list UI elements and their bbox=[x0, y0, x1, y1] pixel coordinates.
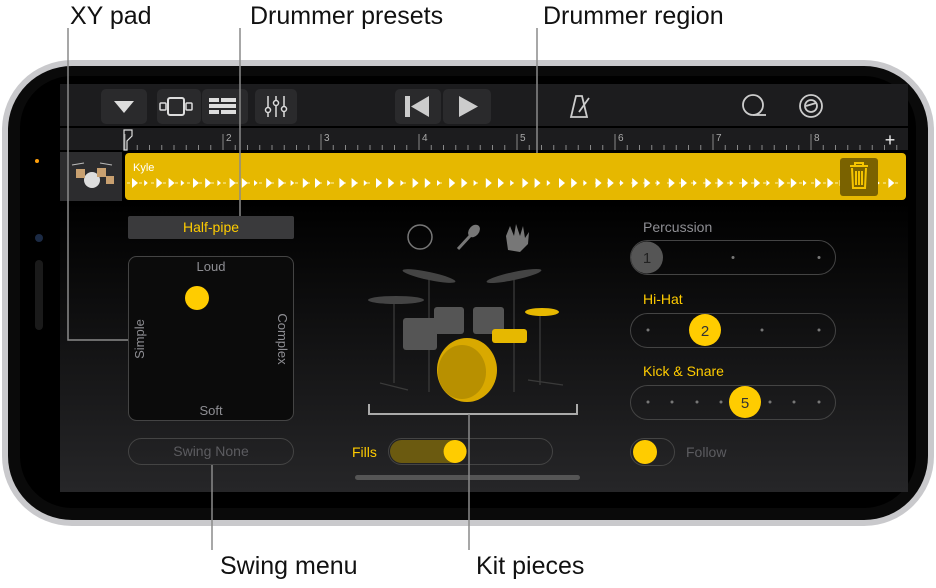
follow-label: Follow bbox=[686, 444, 727, 460]
ruler-bar-label: 2 bbox=[226, 133, 232, 144]
kick-snare-value: 5 bbox=[741, 395, 749, 412]
percussion-label: Percussion bbox=[643, 219, 712, 235]
xy-pad[interactable]: Loud Soft Simple Complex bbox=[128, 256, 294, 421]
callout-drummer-region: Drummer region bbox=[543, 2, 724, 30]
drummer-region[interactable] bbox=[125, 153, 906, 200]
swing-label: Swing None bbox=[173, 443, 249, 459]
camera bbox=[35, 234, 43, 242]
home-indicator[interactable] bbox=[355, 475, 580, 480]
xy-label-complex: Complex bbox=[275, 313, 290, 365]
ruler-bar-label: 5 bbox=[520, 133, 526, 144]
xy-label-soft: Soft bbox=[199, 403, 223, 418]
track-indicator bbox=[35, 159, 39, 163]
tracks-view-button[interactable] bbox=[157, 89, 201, 124]
callout-kit-pieces: Kit pieces bbox=[476, 552, 584, 580]
delete-region-button[interactable] bbox=[840, 158, 878, 196]
xy-puck[interactable] bbox=[185, 286, 209, 310]
mixer-button[interactable] bbox=[255, 89, 297, 124]
list-view-icon bbox=[209, 98, 236, 114]
ruler-bar-label: 7 bbox=[716, 133, 722, 144]
dropdown-button[interactable] bbox=[101, 89, 147, 124]
fills-label: Fills bbox=[352, 444, 377, 460]
percussion-value: 1 bbox=[643, 250, 651, 267]
ruler[interactable] bbox=[60, 128, 908, 150]
callout-xy-pad: XY pad bbox=[70, 2, 152, 30]
rewind-button[interactable] bbox=[395, 89, 441, 124]
list-view-button[interactable] bbox=[202, 89, 248, 124]
fills-knob[interactable] bbox=[443, 440, 467, 463]
hihat-value: 2 bbox=[701, 323, 709, 340]
snare[interactable] bbox=[492, 329, 527, 343]
ruler-bar-label: 8 bbox=[814, 133, 820, 144]
trash-icon bbox=[850, 162, 868, 189]
hihat[interactable] bbox=[525, 308, 559, 316]
ruler-bar-label: 6 bbox=[618, 133, 624, 144]
ruler-bar-label: 4 bbox=[422, 133, 428, 144]
xy-label-loud: Loud bbox=[197, 259, 226, 274]
mixer-icon bbox=[264, 96, 288, 117]
diagram: 2 3 4 5 6 7 8 + Kyle Half-pipe Loud Soft Simpl… bbox=[2, 2, 934, 580]
add-section-button[interactable]: + bbox=[885, 130, 896, 150]
tom-1[interactable] bbox=[434, 307, 464, 334]
play-button[interactable] bbox=[443, 89, 491, 124]
region-name: Kyle bbox=[133, 162, 154, 174]
xy-label-simple: Simple bbox=[132, 319, 147, 359]
hihat-label: Hi-Hat bbox=[643, 291, 683, 307]
callout-drummer-presets: Drummer presets bbox=[250, 2, 443, 30]
splash-cymbal[interactable] bbox=[368, 296, 424, 304]
ruler-bar-label: 3 bbox=[324, 133, 330, 144]
callout-swing-menu: Swing menu bbox=[220, 552, 358, 580]
floor-tom[interactable] bbox=[403, 318, 437, 350]
preset-label: Half-pipe bbox=[183, 219, 239, 235]
preset-button[interactable]: Half-pipe bbox=[128, 216, 294, 239]
kick-snare-label: Kick & Snare bbox=[643, 363, 724, 379]
speaker bbox=[35, 260, 43, 330]
